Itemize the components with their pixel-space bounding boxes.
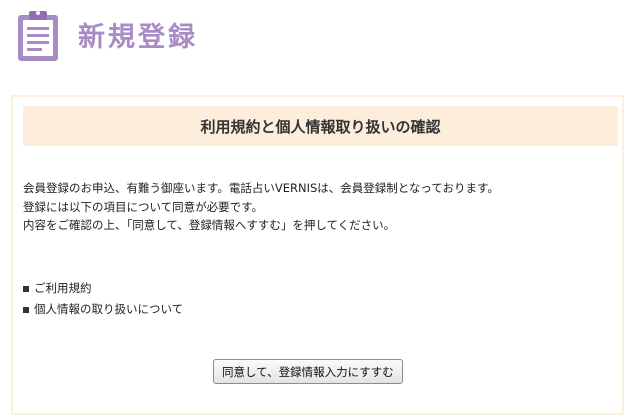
intro-line: 内容をご確認の上、「同意して、登録情報へすすむ」を押してください。 (23, 218, 396, 232)
clipboard-icon (18, 11, 58, 61)
list-item: ご利用規約 (23, 278, 183, 299)
agreement-panel: 利用規約と個人情報取り扱いの確認 会員登録のお申込、有難う御座います。電話占いV… (11, 95, 624, 415)
item-label: ご利用規約 (34, 281, 92, 295)
bullet-icon (23, 306, 29, 313)
list-item: 個人情報の取り扱いについて (23, 299, 183, 320)
agree-button[interactable]: 同意して、登録情報入力にすすむ (213, 359, 403, 384)
agreement-items: ご利用規約 個人情報の取り扱いについて (23, 278, 183, 320)
item-label: 個人情報の取り扱いについて (34, 302, 184, 316)
bullet-icon (23, 285, 29, 292)
intro-text: 会員登録のお申込、有難う御座います。電話占いVERNISは、会員登録制となってお… (23, 179, 618, 235)
page-header: 新規登録 (16, 6, 198, 64)
page-title: 新規登録 (78, 21, 198, 53)
panel-heading: 利用規約と個人情報取り扱いの確認 (23, 106, 618, 146)
intro-line: 会員登録のお申込、有難う御座います。電話占いVERNISは、会員登録制となってお… (23, 181, 499, 195)
intro-line: 登録には以下の項目について同意が必要です。 (23, 199, 264, 214)
